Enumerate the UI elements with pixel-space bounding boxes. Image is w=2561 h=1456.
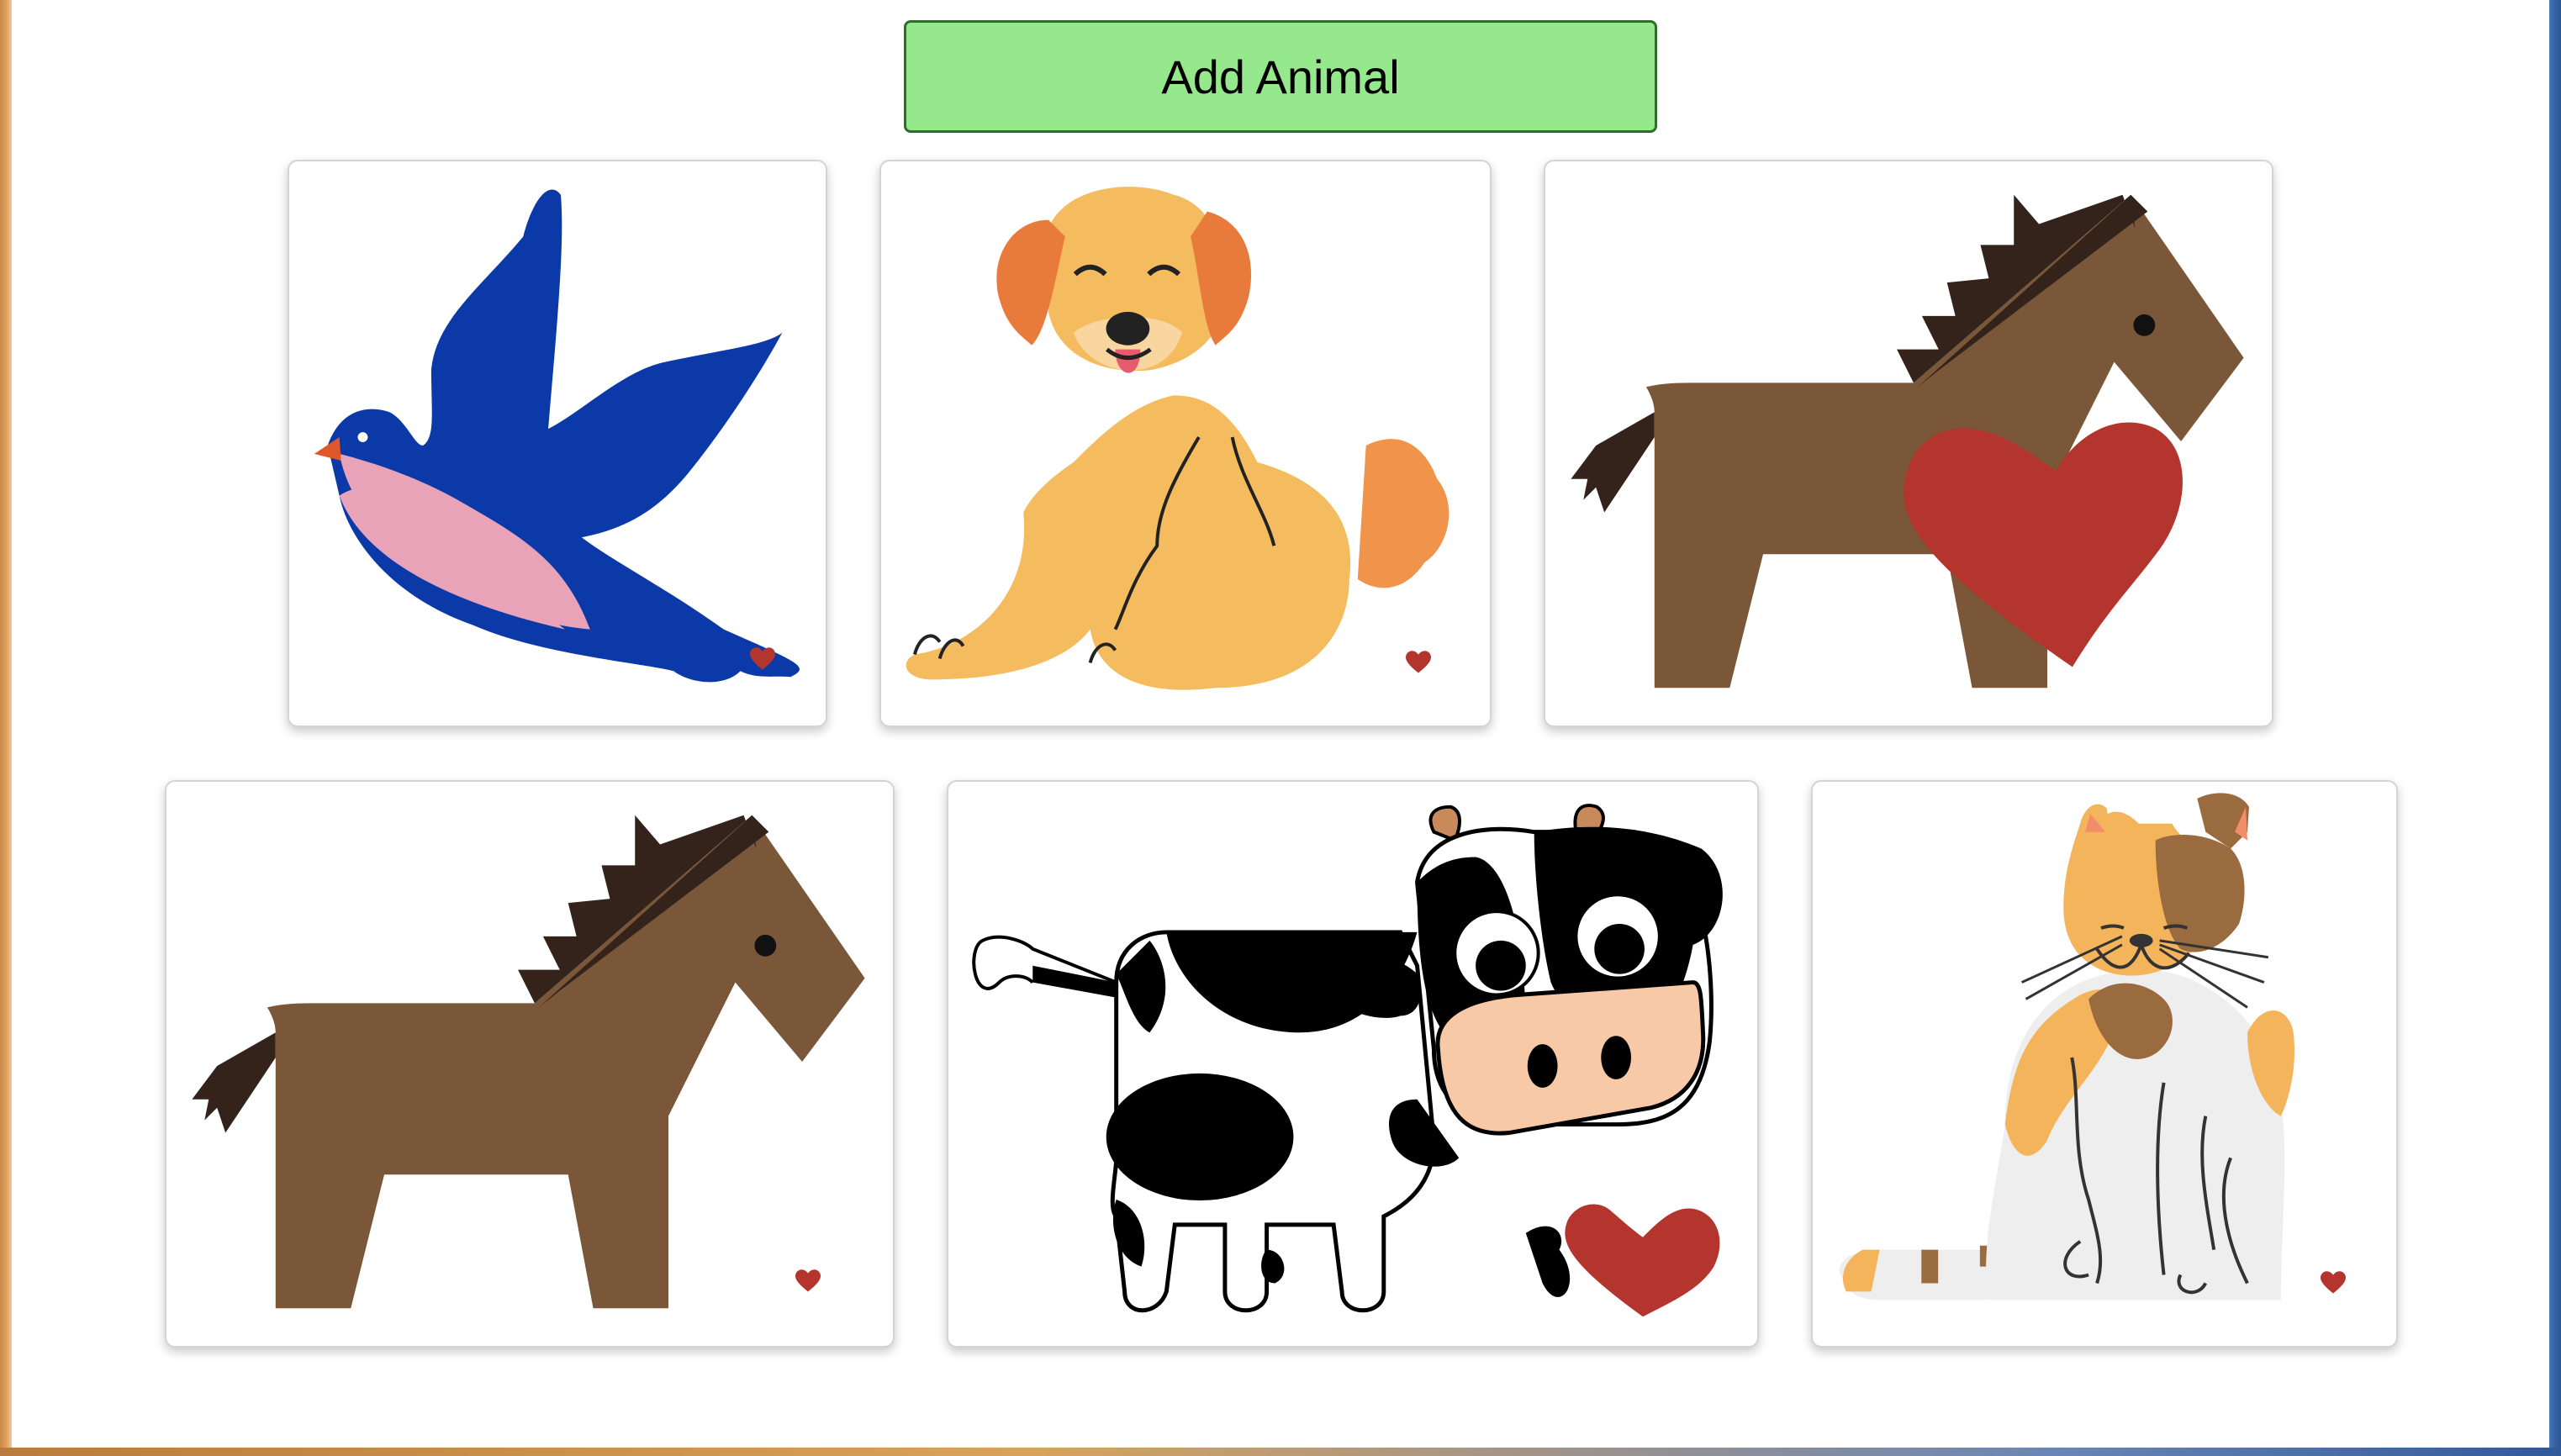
cow-image <box>972 804 1723 1317</box>
add-animal-button[interactable]: Add Animal <box>904 20 1657 133</box>
cat-image <box>1840 793 2294 1300</box>
animal-card-cat[interactable] <box>1811 780 2398 1348</box>
like-heart-icon[interactable] <box>1406 651 1431 674</box>
animal-card-bird[interactable] <box>288 160 827 727</box>
like-heart-icon[interactable] <box>795 1269 821 1293</box>
dog-image <box>906 187 1449 690</box>
animal-card-horse[interactable] <box>165 780 895 1348</box>
window-bottom-edge <box>0 1448 2561 1456</box>
horse-image <box>192 815 865 1309</box>
animal-card-horse[interactable] <box>1544 160 2273 727</box>
bird-image <box>314 189 800 683</box>
horse-image <box>1571 194 2244 688</box>
animal-card-cow[interactable] <box>947 780 1759 1348</box>
like-heart-icon[interactable] <box>750 647 775 671</box>
like-heart-icon[interactable] <box>2321 1271 2346 1295</box>
animal-card-dog[interactable] <box>879 160 1492 727</box>
